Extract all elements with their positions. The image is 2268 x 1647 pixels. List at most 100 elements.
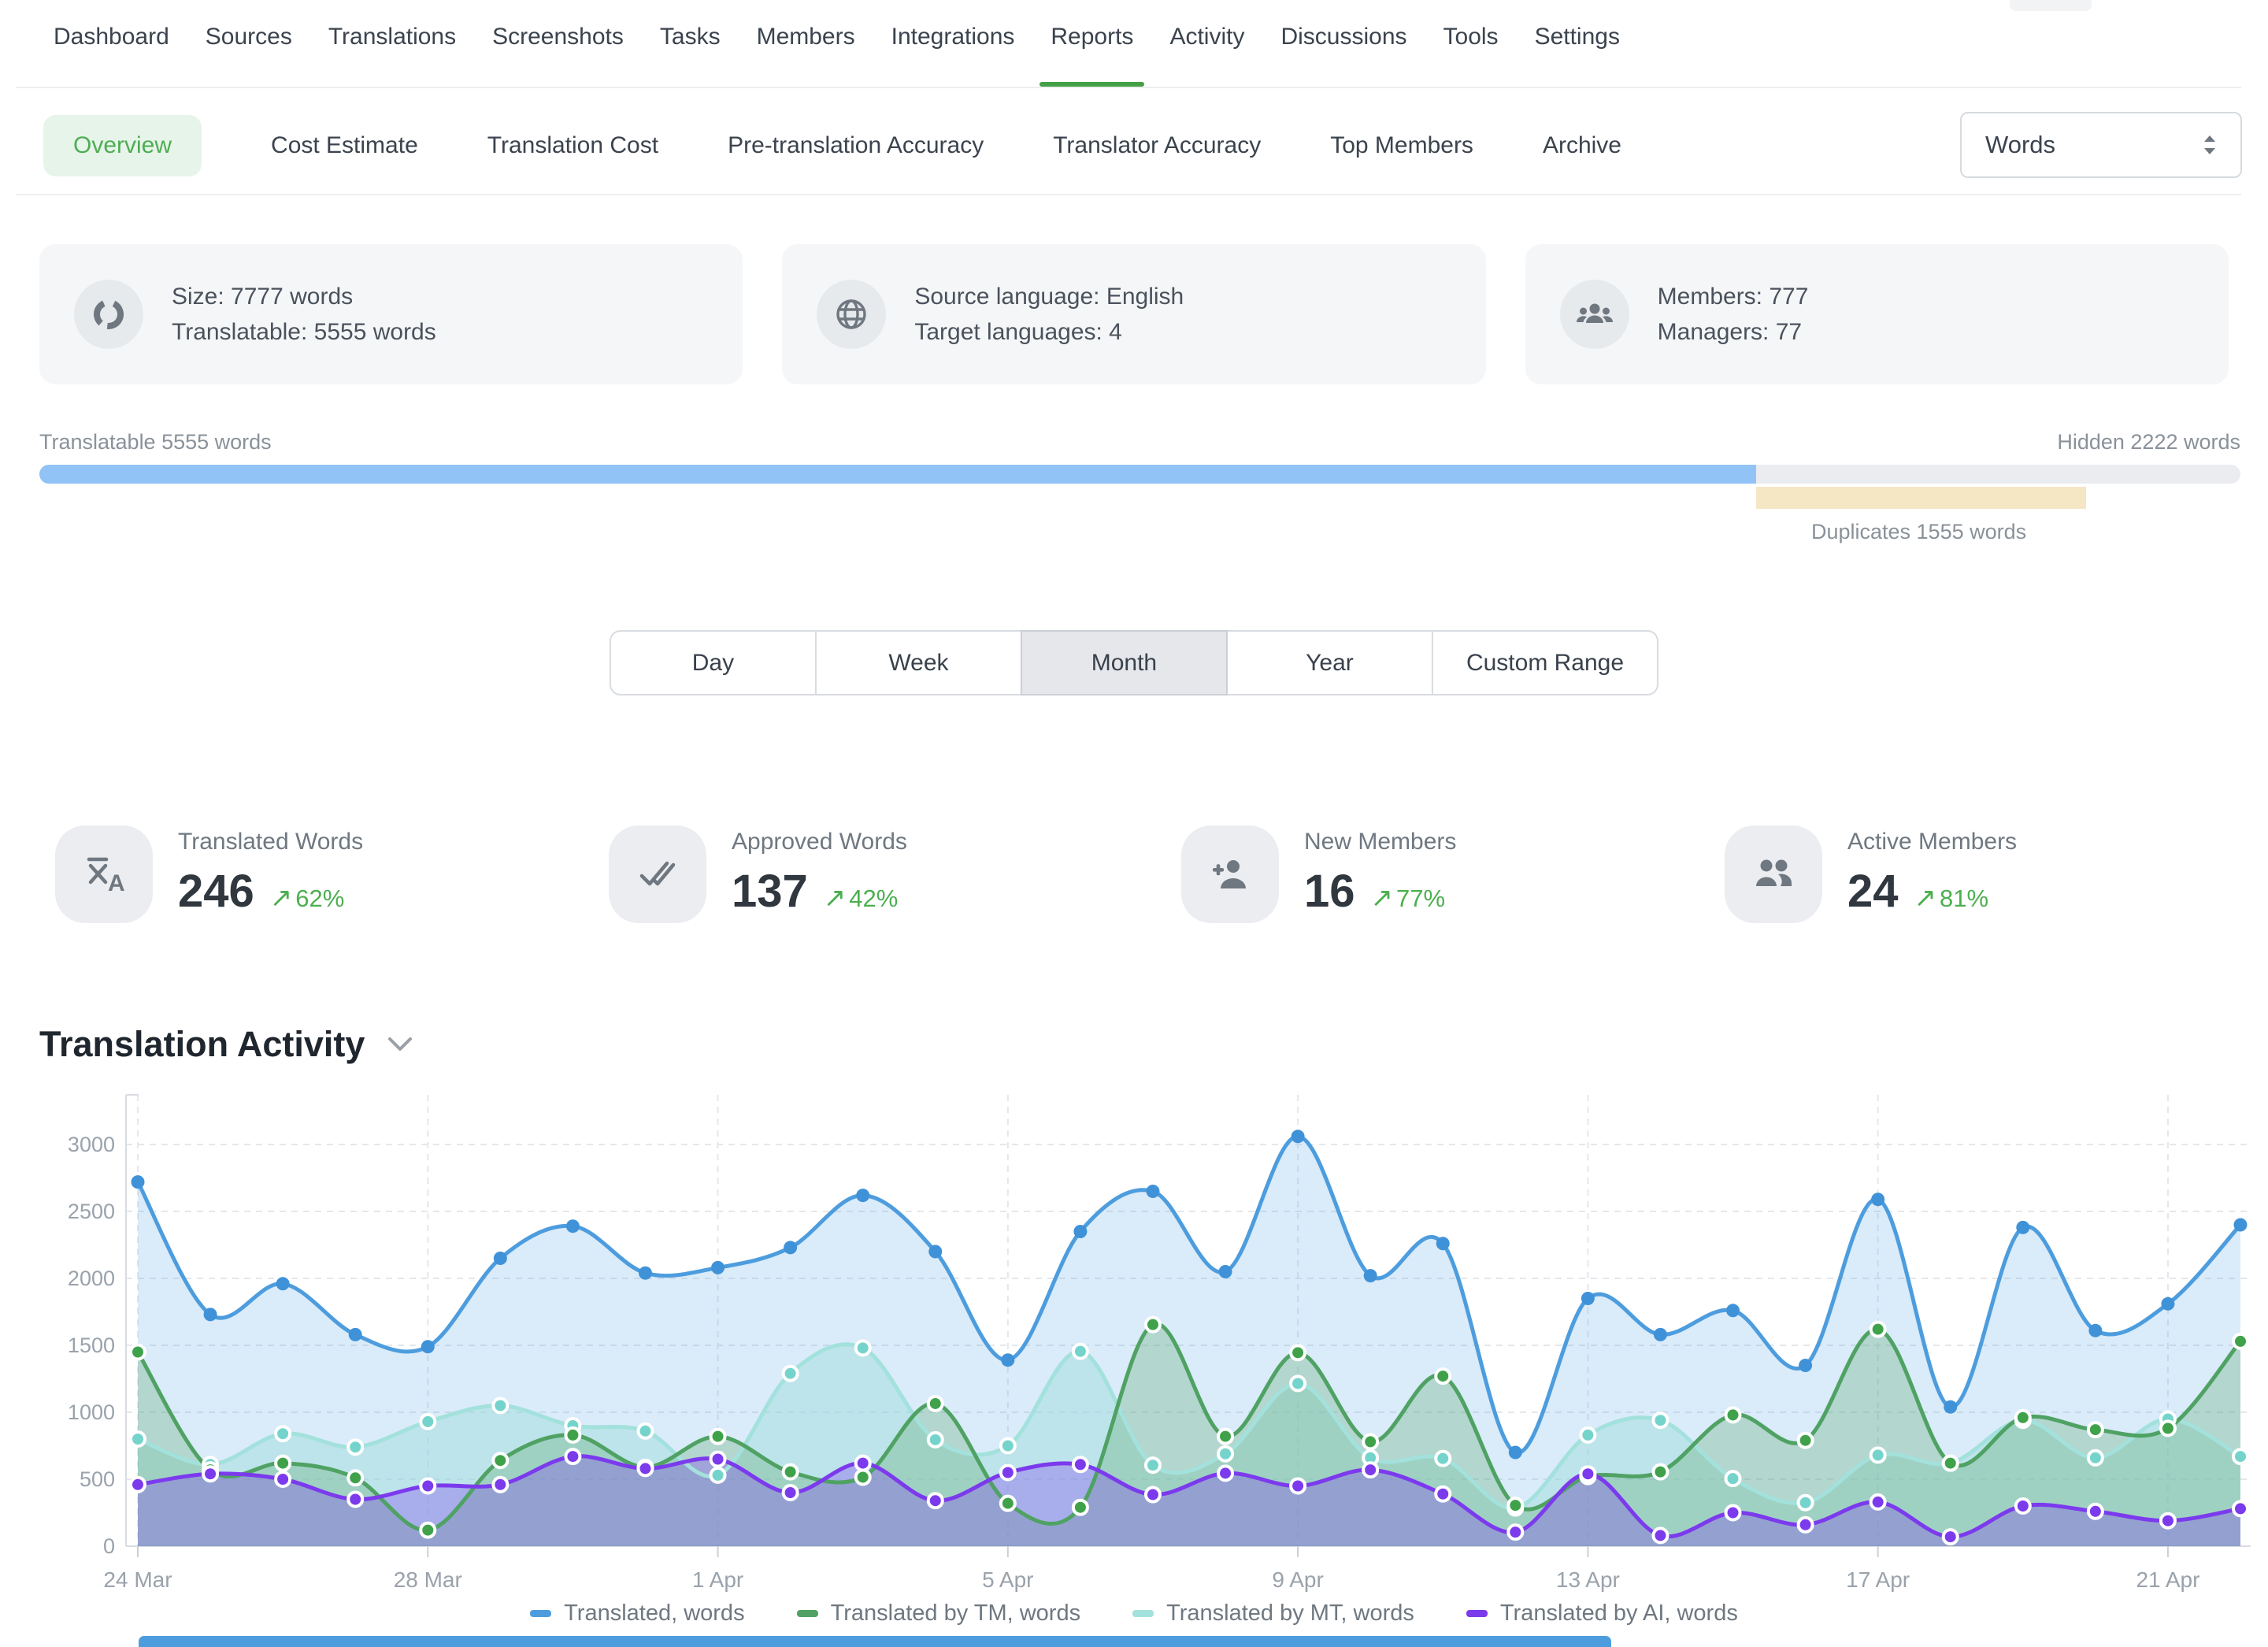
legend-item-translated-by-mt-words[interactable]: Translated by MT, words (1132, 1601, 1414, 1627)
subnav-item-cost-estimate[interactable]: Cost Estimate (271, 132, 418, 159)
person-add-icon (1181, 825, 1279, 923)
metric-label: Active Members (1847, 829, 2017, 855)
svg-text:28 Mar: 28 Mar (394, 1567, 462, 1592)
subnav-item-translation-cost[interactable]: Translation Cost (487, 132, 658, 159)
subnav-divider (16, 194, 2241, 195)
range-tab-month[interactable]: Month (1021, 630, 1228, 696)
cutoff-bar-below (139, 1636, 1611, 1647)
date-range-tabs: DayWeekMonthYearCustom Range (610, 630, 1658, 696)
range-tab-custom-range[interactable]: Custom Range (1432, 630, 1658, 696)
languages-card: Source language: English Target language… (782, 244, 1485, 384)
duplicates-label: Duplicates 1555 words (1811, 520, 2026, 544)
nav-item-tools[interactable]: Tools (1443, 24, 1499, 87)
legend-swatch (1466, 1610, 1488, 1617)
nav-item-dashboard[interactable]: Dashboard (54, 24, 169, 87)
unit-select-value: Words (1985, 131, 2055, 159)
metric-value: 246 (178, 865, 254, 918)
translatable-line: Translatable: 5555 words (172, 314, 436, 350)
svg-text:2500: 2500 (68, 1200, 115, 1223)
legend-label: Translated by MT, words (1166, 1601, 1414, 1627)
subnav-item-pre-translation-accuracy[interactable]: Pre-translation Accuracy (728, 132, 984, 159)
up-arrow-icon: ↗ (1914, 883, 1937, 913)
nav-item-integrations[interactable]: Integrations (891, 24, 1015, 87)
members-icon (1560, 280, 1629, 349)
subnav-item-archive[interactable]: Archive (1543, 132, 1621, 159)
chart-legend: Translated, words Translated by TM, words… (0, 1601, 2268, 1627)
legend-item-translated-by-ai-words[interactable]: Translated by AI, words (1466, 1601, 1738, 1627)
nav-item-screenshots[interactable]: Screenshots (492, 24, 624, 87)
svg-text:0: 0 (103, 1534, 115, 1558)
metric-delta: ↗81% (1914, 882, 1989, 914)
hidden-label: Hidden 2222 words (2057, 430, 2240, 454)
members-card: Members: 777 Managers: 77 (1525, 244, 2229, 384)
nav-item-sources[interactable]: Sources (206, 24, 292, 87)
chevron-down-icon[interactable] (387, 1036, 413, 1053)
svg-text:2000: 2000 (68, 1267, 115, 1290)
legend-label: Translated by AI, words (1500, 1601, 1738, 1627)
size-card: Size: 7777 words Translatable: 5555 word… (39, 244, 743, 384)
metric-value: 16 (1304, 865, 1355, 918)
range-tab-week[interactable]: Week (815, 630, 1022, 696)
up-arrow-icon: ↗ (824, 883, 847, 913)
section-title: Translation Activity (39, 1024, 365, 1065)
svg-text:24 Mar: 24 Mar (103, 1567, 172, 1592)
svg-text:5 Apr: 5 Apr (982, 1567, 1033, 1592)
double-check-icon (609, 825, 706, 923)
source-language-line: Source language: English (914, 279, 1184, 314)
translatable-label: Translatable 5555 words (39, 430, 272, 454)
managers-line: Managers: 77 (1658, 314, 1809, 350)
donut-chart-icon (74, 280, 143, 349)
people-icon (1725, 825, 1822, 923)
nav-item-activity[interactable]: Activity (1169, 24, 1244, 87)
words-progress-bar (39, 465, 2240, 484)
top-navigation: Dashboard Sources Translations Screenshots T… (54, 24, 1620, 87)
nav-item-settings[interactable]: Settings (1535, 24, 1620, 87)
svg-text:1000: 1000 (68, 1400, 115, 1424)
legend-label: Translated by TM, words (831, 1601, 1081, 1627)
metric-value: 24 (1847, 865, 1899, 918)
svg-text:A: A (108, 870, 125, 896)
globe-icon (817, 280, 886, 349)
metric-label: Translated Words (178, 829, 363, 855)
metric-delta: ↗77% (1371, 882, 1446, 914)
legend-swatch (1132, 1610, 1154, 1617)
target-languages-line: Target languages: 4 (914, 314, 1184, 350)
legend-item-translated-by-tm-words[interactable]: Translated by TM, words (797, 1601, 1081, 1627)
metric-delta: ↗62% (270, 882, 345, 914)
subnav-item-overview[interactable]: Overview (43, 115, 202, 176)
legend-label: Translated, words (564, 1601, 744, 1627)
nav-divider (16, 87, 2241, 88)
cutoff-floating-element (2010, 0, 2092, 11)
approved-words-metric: Approved Words 137 ↗42% (609, 825, 907, 923)
nav-item-tasks[interactable]: Tasks (660, 24, 721, 87)
members-line: Members: 777 (1658, 279, 1809, 314)
range-tab-day[interactable]: Day (610, 630, 817, 696)
legend-swatch (530, 1610, 551, 1617)
svg-text:13 Apr: 13 Apr (1556, 1567, 1620, 1592)
up-arrow-icon: ↗ (1371, 883, 1394, 913)
nav-item-reports[interactable]: Reports (1051, 24, 1133, 87)
duplicates-bar (1756, 487, 2086, 509)
range-tab-year[interactable]: Year (1226, 630, 1433, 696)
metric-label: New Members (1304, 829, 1456, 855)
new-members-metric: New Members 16 ↗77% (1181, 825, 1456, 923)
nav-item-members[interactable]: Members (757, 24, 855, 87)
nav-item-discussions[interactable]: Discussions (1280, 24, 1406, 87)
subnav-item-top-members[interactable]: Top Members (1330, 132, 1473, 159)
metric-delta: ↗42% (824, 882, 899, 914)
nav-item-translations[interactable]: Translations (328, 24, 456, 87)
metric-label: Approved Words (732, 829, 907, 855)
svg-text:3000: 3000 (68, 1133, 115, 1156)
reports-subnav: Overview Cost Estimate Translation Cost Pre… (43, 115, 1621, 176)
subnav-item-translator-accuracy[interactable]: Translator Accuracy (1053, 132, 1261, 159)
svg-text:9 Apr: 9 Apr (1272, 1567, 1323, 1592)
svg-text:21 Apr: 21 Apr (2136, 1567, 2199, 1592)
translatable-progress-fill (39, 465, 1756, 484)
project-info-cards: Size: 7777 words Translatable: 5555 word… (39, 244, 2229, 384)
active-members-metric: Active Members 24 ↗81% (1725, 825, 2017, 923)
legend-item-translated-words[interactable]: Translated, words (530, 1601, 744, 1627)
translated-words-metric: A Translated Words 246 ↗62% (55, 825, 363, 923)
unit-select[interactable]: Words (1960, 112, 2242, 178)
svg-text:17 Apr: 17 Apr (1846, 1567, 1910, 1592)
translation-activity-chart: 05001000150020002500300024 Mar28 Mar1 Ap… (0, 1079, 2268, 1599)
